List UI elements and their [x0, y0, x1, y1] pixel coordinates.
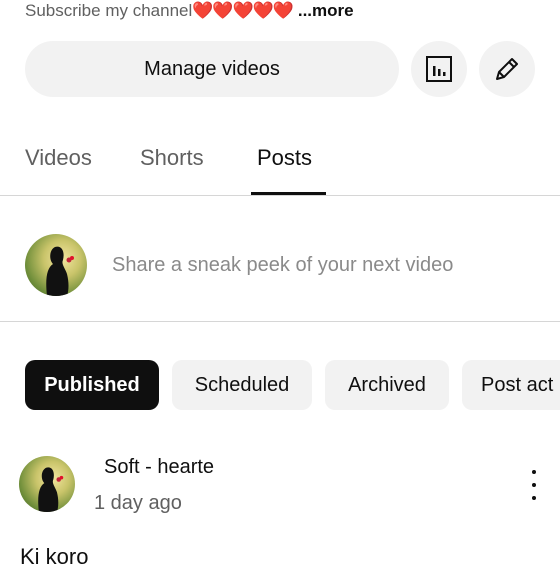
chip-archived[interactable]: Archived: [325, 360, 449, 410]
avatar-figure: [38, 467, 64, 512]
analytics-icon: [426, 56, 452, 82]
tab-videos[interactable]: Videos: [25, 145, 92, 171]
tab-shorts[interactable]: Shorts: [140, 145, 204, 171]
post-timestamp: 1 day ago: [94, 492, 182, 514]
analytics-button[interactable]: [411, 41, 467, 97]
edit-channel-button[interactable]: [479, 41, 535, 97]
description-text: Subscribe my channel: [25, 1, 193, 20]
composer-placeholder[interactable]: Share a sneak peek of your next video: [112, 254, 453, 277]
tabs-divider: [0, 195, 560, 196]
manage-videos-button[interactable]: Manage videos: [25, 41, 399, 97]
pencil-icon: [496, 58, 518, 80]
composer-avatar: [25, 234, 87, 296]
heart-emojis: ❤️❤️❤️❤️❤️: [192, 1, 294, 20]
avatar-figure: [46, 246, 74, 296]
composer-divider: [0, 321, 560, 322]
channel-description[interactable]: Subscribe my channel❤️❤️❤️❤️❤️ ...more: [25, 0, 354, 22]
tab-posts[interactable]: Posts: [257, 145, 312, 171]
post-author-name[interactable]: Soft - hearte: [104, 456, 214, 479]
post-author-avatar[interactable]: [19, 456, 75, 512]
chip-scheduled[interactable]: Scheduled: [172, 360, 312, 410]
post-more-menu-icon[interactable]: [527, 470, 541, 500]
chip-published[interactable]: Published: [25, 360, 159, 410]
chip-post-activity[interactable]: Post act: [462, 360, 560, 410]
post-body-text: Ki koro: [20, 544, 89, 569]
more-link[interactable]: ...more: [298, 1, 354, 20]
